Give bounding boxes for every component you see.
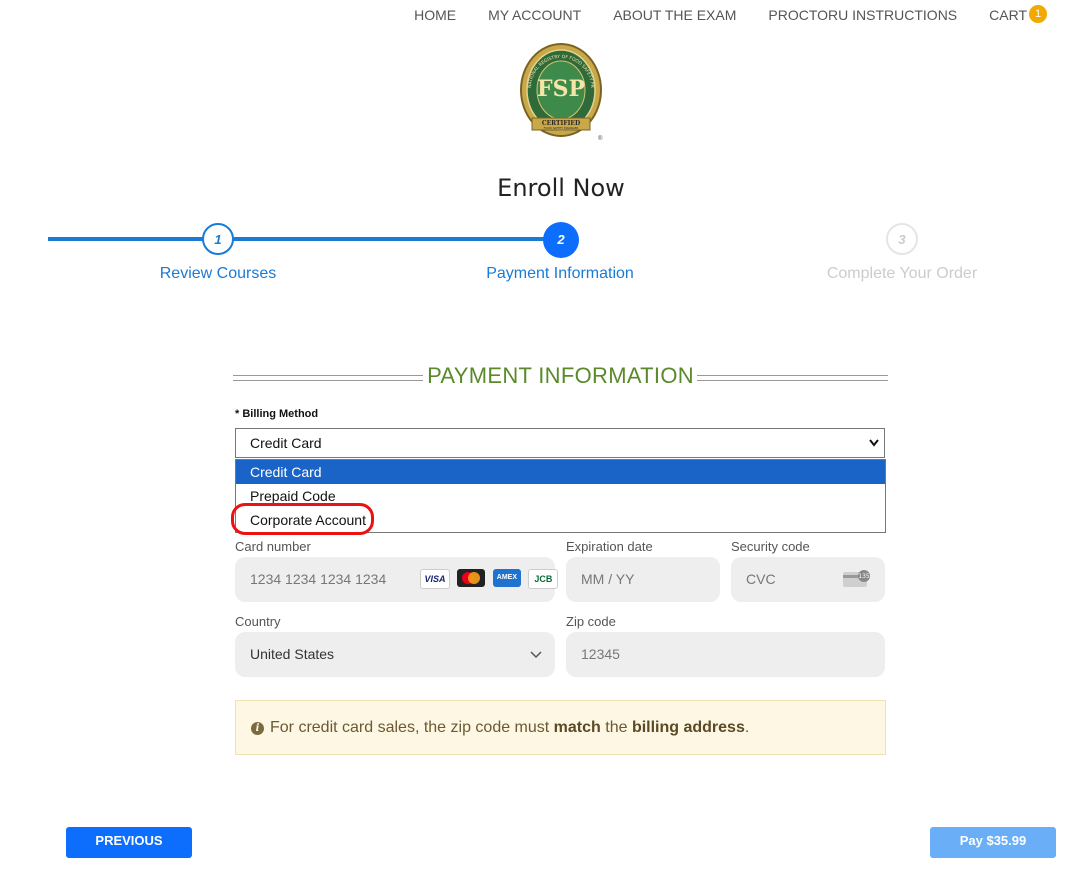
- notice-bold-match: match: [553, 719, 601, 736]
- zip-code-notice: i For credit card sales, the zip code mus…: [235, 700, 886, 755]
- logo-registered: ®: [598, 135, 603, 142]
- section-title: PAYMENT INFORMATION: [427, 363, 694, 388]
- card-number-label: Card number: [235, 539, 311, 554]
- cart-label: CART: [989, 7, 1027, 23]
- expiry-input[interactable]: MM / YY: [566, 557, 720, 602]
- card-number-placeholder: 1234 1234 1234 1234: [250, 571, 387, 587]
- visa-icon: VISA: [420, 569, 450, 589]
- fsp-certified-logo: NATIONAL REGISTRY OF FOOD SAFETY PROFESS…: [518, 40, 603, 142]
- step-1-circle: 1: [202, 223, 234, 255]
- logo-sub-banner: FOOD SAFETY MANAGER: [544, 126, 579, 130]
- billing-selected-value: Credit Card: [250, 435, 322, 451]
- option-credit-card[interactable]: Credit Card: [236, 460, 885, 484]
- page-title: Enroll Now: [497, 174, 625, 202]
- cvc-placeholder: CVC: [746, 571, 776, 587]
- payment-section-heading: PAYMENT INFORMATION: [233, 363, 888, 391]
- nav-about-exam[interactable]: ABOUT THE EXAM: [613, 6, 736, 24]
- step-2-label: Payment Information: [486, 265, 634, 282]
- step-3-label: Complete Your Order: [826, 265, 978, 282]
- zip-label: Zip code: [566, 614, 616, 629]
- step-3-circle: 3: [886, 223, 918, 255]
- nav-home[interactable]: HOME: [414, 6, 456, 24]
- chevron-down-icon: [529, 632, 543, 695]
- billing-method-label: * Billing Method: [235, 408, 319, 420]
- notice-text-post: .: [744, 719, 750, 736]
- billing-method-select[interactable]: Credit Card: [235, 428, 885, 458]
- nav-my-account[interactable]: MY ACCOUNT: [488, 6, 581, 24]
- nav-cart[interactable]: CART 1: [989, 5, 1047, 24]
- cvc-icon-digits: 135: [858, 573, 870, 580]
- stepper-progress-line: [48, 237, 558, 241]
- logo-letters: FSP: [537, 76, 585, 102]
- info-icon: i: [251, 722, 264, 735]
- top-nav: HOME MY ACCOUNT ABOUT THE EXAM PROCTORU …: [382, 5, 1047, 24]
- country-select[interactable]: United States: [235, 632, 555, 677]
- zip-code-input[interactable]: 12345: [566, 632, 885, 677]
- cart-count-badge: 1: [1029, 5, 1047, 23]
- notice-text-mid: the: [600, 719, 632, 736]
- expiry-placeholder: MM / YY: [581, 571, 635, 587]
- notice-text-pre: For credit card sales, the zip code must: [270, 719, 554, 736]
- cvc-card-icon: 135: [843, 570, 870, 587]
- card-brand-icons: VISA AMEX JCB: [420, 569, 561, 589]
- pay-button[interactable]: Pay $35.99: [930, 827, 1056, 858]
- security-code-label: Security code: [731, 539, 810, 554]
- zip-placeholder: 12345: [581, 646, 620, 662]
- country-value: United States: [250, 646, 335, 662]
- country-label: Country: [235, 614, 281, 629]
- previous-button[interactable]: PREVIOUS: [66, 827, 192, 858]
- expiry-label: Expiration date: [566, 539, 653, 554]
- nav-proctoru-instructions[interactable]: PROCTORU INSTRUCTIONS: [768, 6, 957, 24]
- jcb-icon: JCB: [528, 569, 559, 589]
- notice-bold-billing: billing address: [631, 719, 745, 736]
- step-2-circle: 2: [543, 222, 579, 258]
- corporate-account-highlight-circle: [231, 503, 374, 535]
- amex-icon: AMEX: [492, 569, 521, 587]
- mastercard-icon: [457, 569, 486, 587]
- step-1-label: Review Courses: [159, 265, 277, 282]
